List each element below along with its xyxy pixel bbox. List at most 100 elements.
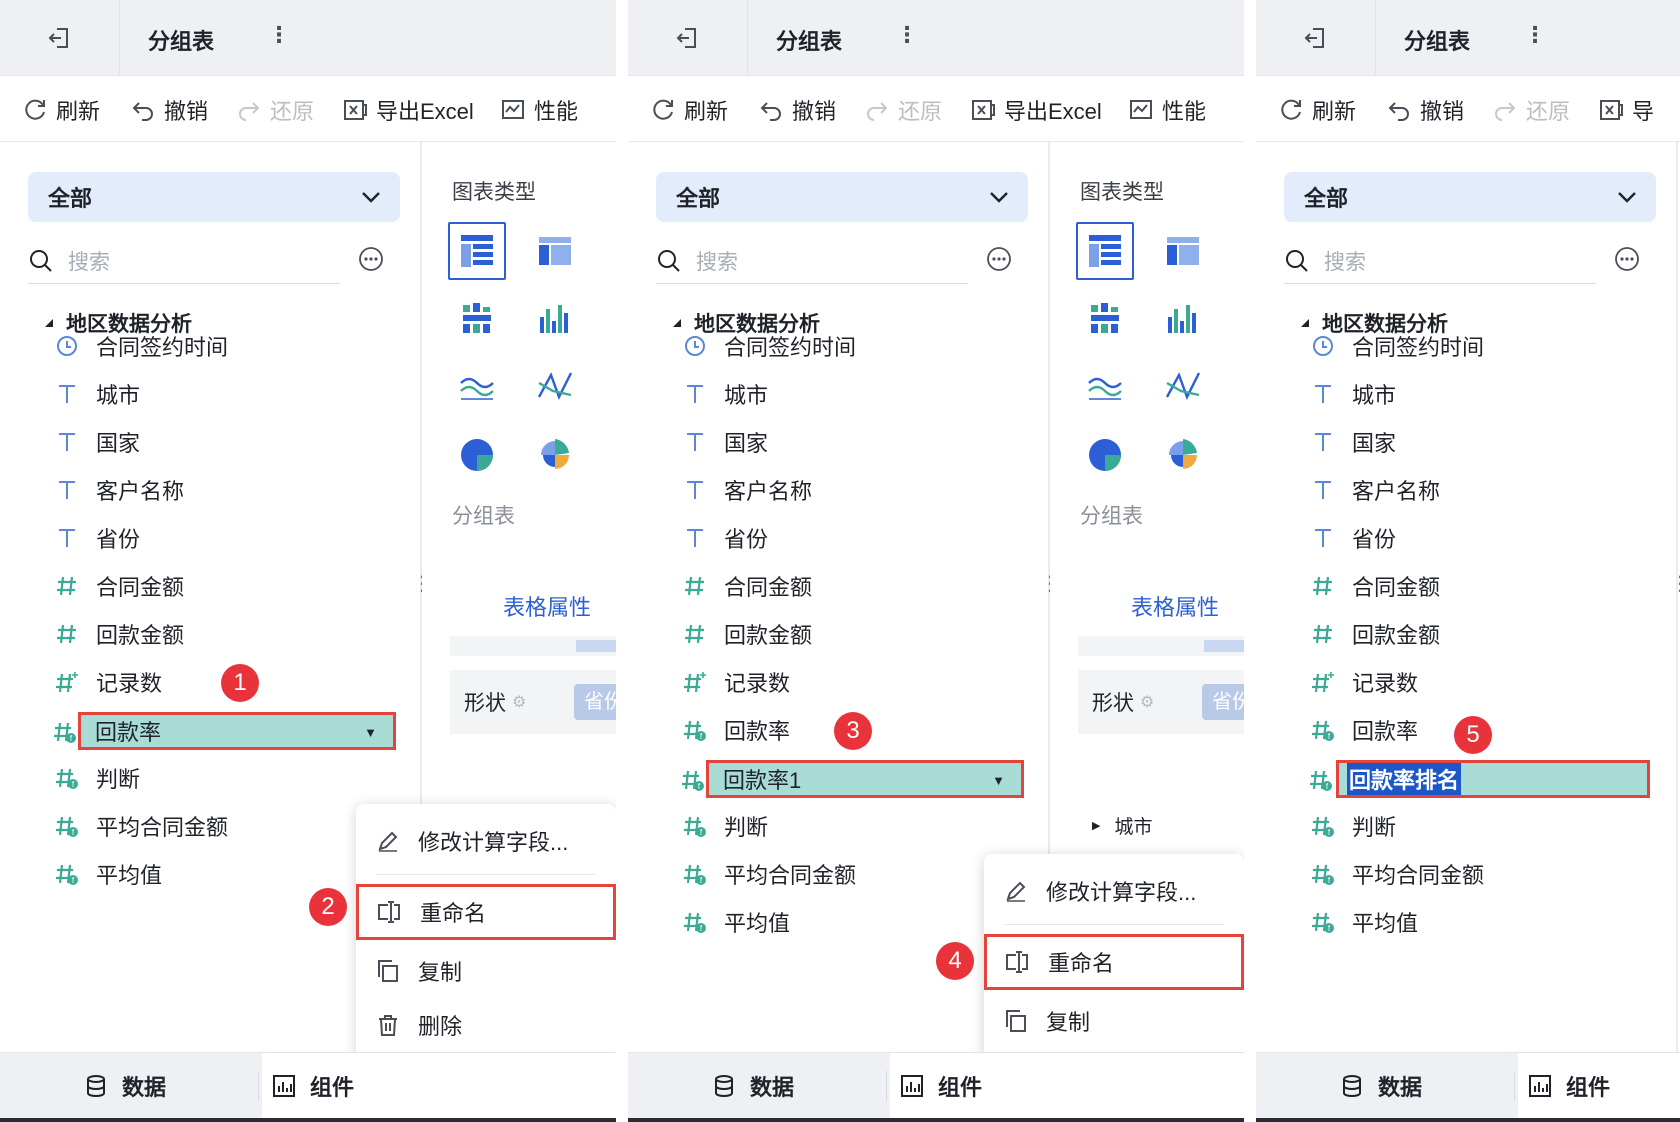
tab-component[interactable]: 组件 <box>1518 1053 1680 1119</box>
field-item[interactable]: f 平均合同金额 <box>682 854 856 894</box>
field-item[interactable]: f 判断 <box>682 806 768 846</box>
scope-select[interactable]: 全部 <box>656 172 1028 222</box>
cross-table-chart-icon[interactable] <box>1154 222 1212 280</box>
field-item[interactable]: 合同金额 <box>682 566 812 606</box>
grouped-bar-chart-icon[interactable] <box>448 290 506 348</box>
menu-item-edit-calc[interactable]: 修改计算字段... <box>356 816 616 866</box>
field-item[interactable]: 回款金额 <box>54 614 184 654</box>
tab-component[interactable]: 组件 <box>890 1053 1244 1119</box>
field-item[interactable]: 回款金额 <box>1310 614 1440 654</box>
gear-icon[interactable]: ⚙ <box>1140 692 1154 712</box>
menu-item-rename[interactable]: 重命名 <box>356 884 616 940</box>
field-item[interactable]: 回款金额 <box>682 614 812 654</box>
menu-item-copy[interactable]: 复制 <box>356 946 616 996</box>
field-item[interactable]: f 平均合同金额 <box>54 806 228 846</box>
field-item[interactable]: 国家 <box>54 422 140 462</box>
field-item[interactable]: 省份 <box>1310 518 1396 558</box>
scope-select[interactable]: 全部 <box>28 172 400 222</box>
field-item[interactable]: 合同签约时间 <box>682 326 856 366</box>
field-item[interactable]: 国家 <box>682 422 768 462</box>
field-item[interactable]: 合同签约时间 <box>1310 326 1484 366</box>
column-chart-icon[interactable] <box>526 290 584 348</box>
city-group-row[interactable]: ▶ 城市 <box>1092 812 1152 839</box>
dropdown-arrow-icon[interactable]: ▼ <box>364 725 377 740</box>
field-item[interactable]: f 回款率 <box>682 710 790 750</box>
tab-data[interactable]: 数据 <box>84 1053 166 1119</box>
search-input[interactable]: 搜索 <box>656 238 968 284</box>
field-item[interactable]: 城市 <box>1310 374 1396 414</box>
grouped-bar-chart-icon[interactable] <box>1076 290 1134 348</box>
tab-data[interactable]: 数据 <box>712 1053 794 1119</box>
rose-chart-icon[interactable] <box>526 426 584 484</box>
field-item[interactable]: f 判断 <box>1310 806 1396 846</box>
undo-button[interactable]: 撤销 <box>130 94 208 126</box>
field-item[interactable]: 城市 <box>54 374 140 414</box>
field-item[interactable]: 客户名称 <box>1310 470 1440 510</box>
search-input[interactable]: 搜索 <box>28 238 340 284</box>
field-item[interactable]: 合同签约时间 <box>54 326 228 366</box>
shape-field-chip[interactable]: 省份 <box>574 684 616 720</box>
menu-item-copy[interactable]: 复制 <box>984 996 1244 1046</box>
undo-button[interactable]: 撤销 <box>1386 94 1464 126</box>
export-excel-button[interactable]: 导 <box>1598 94 1654 126</box>
redo-button[interactable]: 还原 <box>1492 94 1570 126</box>
field-item[interactable]: 合同金额 <box>1310 566 1440 606</box>
pie-chart-icon[interactable] <box>1076 426 1134 484</box>
undo-button[interactable]: 撤销 <box>758 94 836 126</box>
field-item[interactable]: 记录数 <box>682 662 790 702</box>
more-icon[interactable]: ⋮ <box>896 22 918 48</box>
menu-item-rename[interactable]: 重命名 <box>984 934 1244 990</box>
tab-title[interactable]: 分组表 <box>148 24 214 56</box>
export-excel-button[interactable]: 导出Excel <box>970 94 1102 126</box>
performance-button[interactable]: 性能 <box>500 94 578 126</box>
refresh-button[interactable]: 刷新 <box>1278 94 1356 126</box>
field-item[interactable]: 记录数 <box>54 662 162 702</box>
tab-component[interactable]: 组件 <box>262 1053 616 1119</box>
line-chart-icon[interactable] <box>1076 358 1134 416</box>
exit-button[interactable] <box>0 0 120 76</box>
field-item[interactable]: 记录数 <box>1310 662 1418 702</box>
redo-button[interactable]: 还原 <box>236 94 314 126</box>
export-excel-button[interactable]: 导出Excel <box>342 94 474 126</box>
field-item[interactable]: 国家 <box>1310 422 1396 462</box>
more-icon[interactable]: ⋮ <box>268 22 290 48</box>
more-options-icon[interactable] <box>1614 246 1640 272</box>
field-item[interactable]: f 回款率 <box>1310 710 1418 750</box>
field-item[interactable]: 客户名称 <box>54 470 184 510</box>
gear-icon[interactable]: ⚙ <box>512 692 526 712</box>
group-table-chart-icon[interactable] <box>448 222 506 280</box>
performance-button[interactable]: 性能 <box>1128 94 1206 126</box>
selected-field-item[interactable]: f 回款率1 ▼ <box>682 760 1024 798</box>
search-input[interactable]: 搜索 <box>1284 238 1596 284</box>
dropdown-arrow-icon[interactable]: ▼ <box>992 773 1005 788</box>
tab-title[interactable]: 分组表 <box>1404 24 1470 56</box>
field-item[interactable]: f 平均值 <box>1310 902 1418 942</box>
field-item[interactable]: f 平均值 <box>682 902 790 942</box>
field-item[interactable]: f 平均值 <box>54 854 162 894</box>
field-item[interactable]: 客户名称 <box>682 470 812 510</box>
exit-button[interactable] <box>628 0 748 76</box>
pie-chart-icon[interactable] <box>448 426 506 484</box>
cross-table-chart-icon[interactable] <box>526 222 584 280</box>
tab-title[interactable]: 分组表 <box>776 24 842 56</box>
line-chart-icon[interactable] <box>448 358 506 416</box>
field-item[interactable]: 城市 <box>682 374 768 414</box>
refresh-button[interactable]: 刷新 <box>650 94 728 126</box>
more-icon[interactable]: ⋮ <box>1524 22 1546 48</box>
selected-field-item[interactable]: f 回款率 ▼ <box>54 712 396 750</box>
menu-item-edit-calc[interactable]: 修改计算字段... <box>984 866 1244 916</box>
field-item[interactable]: 省份 <box>682 518 768 558</box>
rename-input[interactable]: f 回款率排名 <box>1310 760 1650 798</box>
scope-select[interactable]: 全部 <box>1284 172 1656 222</box>
tab-data[interactable]: 数据 <box>1340 1053 1422 1119</box>
field-item[interactable]: 省份 <box>54 518 140 558</box>
more-options-icon[interactable] <box>358 246 384 272</box>
shape-field-chip[interactable]: 省份 <box>1202 684 1244 720</box>
scatter-line-chart-icon[interactable] <box>1154 358 1212 416</box>
redo-button[interactable]: 还原 <box>864 94 942 126</box>
rose-chart-icon[interactable] <box>1154 426 1212 484</box>
exit-button[interactable] <box>1256 0 1376 76</box>
refresh-button[interactable]: 刷新 <box>22 94 100 126</box>
field-item[interactable]: f 判断 <box>54 758 140 798</box>
more-options-icon[interactable] <box>986 246 1012 272</box>
